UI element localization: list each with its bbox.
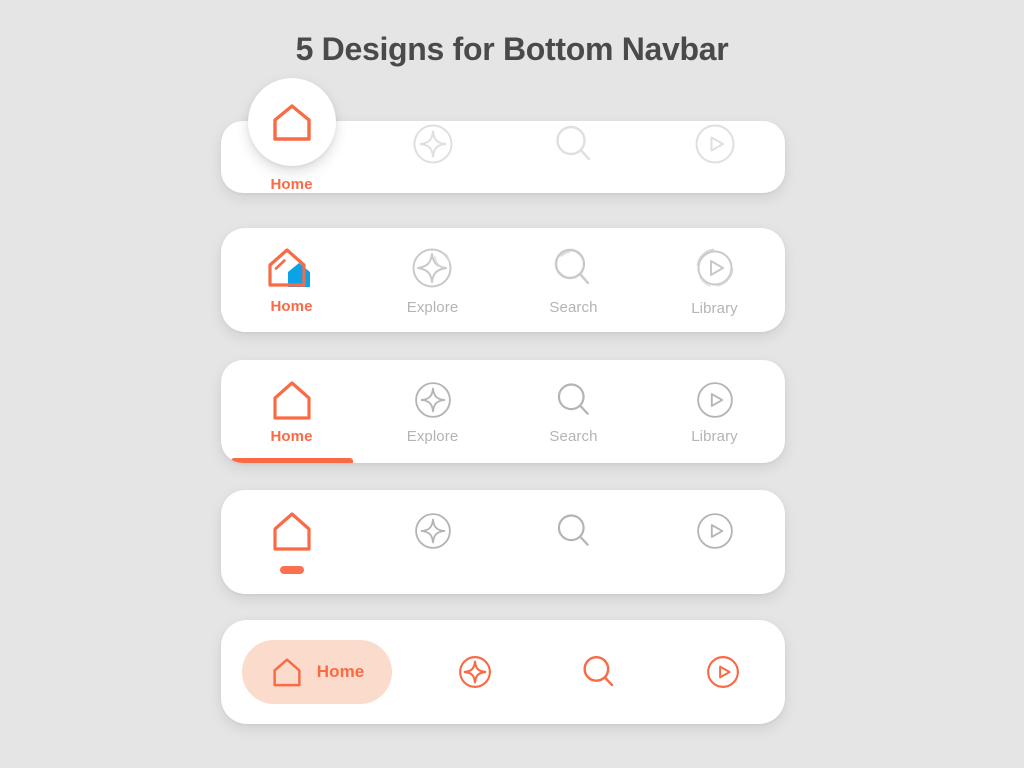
tab-library[interactable] — [661, 620, 785, 724]
search-icon — [551, 121, 597, 167]
tab-explore[interactable]: Explore — [362, 360, 503, 463]
tab-library[interactable] — [644, 121, 785, 193]
explore-icon — [410, 510, 456, 552]
active-underline-indicator — [230, 458, 353, 463]
active-pill[interactable]: Home — [241, 640, 393, 704]
raised-active-circle[interactable] — [247, 78, 336, 166]
navbar-animated-icons: Home Explore Search Library — [221, 228, 785, 332]
tab-label-home: Home — [270, 176, 313, 193]
home-icon — [271, 103, 313, 141]
tab-search[interactable] — [503, 490, 644, 594]
tab-search[interactable]: Search — [503, 360, 644, 463]
search-icon — [551, 510, 597, 552]
navbar-raised-circle: Home — [221, 78, 785, 193]
navbar-underline: Home Explore Search Library — [221, 360, 785, 463]
tab-library[interactable]: Library — [644, 360, 785, 463]
tab-home[interactable]: Home — [221, 78, 362, 193]
tab-list: Home Explore Search Library — [221, 228, 785, 332]
explore-icon — [456, 653, 494, 691]
tab-label-home: Home — [316, 662, 365, 681]
tab-home[interactable]: Home — [221, 228, 362, 332]
tab-label-home: Home — [270, 427, 313, 445]
dot-spacer — [421, 566, 445, 574]
library-icon — [692, 379, 738, 421]
tab-explore[interactable] — [362, 490, 503, 594]
tab-search[interactable] — [537, 620, 661, 724]
dot-spacer — [703, 566, 727, 574]
navbar-dot — [221, 490, 785, 594]
dot-spacer — [562, 566, 586, 574]
tab-label-library: Library — [691, 427, 738, 445]
tab-list: Home — [221, 620, 785, 724]
tab-label-explore: Explore — [406, 427, 459, 445]
tab-home[interactable]: Home — [221, 360, 362, 463]
explore-icon — [410, 121, 456, 167]
active-dot-indicator — [279, 566, 304, 574]
search-icon — [579, 652, 619, 692]
tab-label-library: Library — [691, 300, 738, 317]
tab-home[interactable] — [221, 490, 362, 594]
tab-search[interactable]: Search — [503, 228, 644, 332]
home-icon — [264, 245, 320, 291]
tab-explore[interactable] — [413, 620, 537, 724]
library-icon — [692, 510, 738, 552]
explore-icon — [408, 244, 458, 292]
library-icon — [692, 121, 738, 167]
library-icon — [689, 243, 741, 293]
tab-home[interactable]: Home — [221, 620, 413, 724]
search-icon — [551, 379, 597, 421]
tab-label-explore: Explore — [406, 299, 459, 316]
tab-explore[interactable] — [362, 121, 503, 193]
tab-label-search: Search — [549, 427, 598, 445]
tab-list: Home — [221, 78, 785, 193]
tab-library[interactable] — [644, 490, 785, 594]
home-icon — [269, 510, 315, 552]
home-icon — [270, 656, 304, 688]
navbar-pill: Home — [221, 620, 785, 724]
tab-library[interactable]: Library — [644, 228, 785, 332]
library-icon — [704, 653, 742, 691]
explore-icon — [410, 379, 456, 421]
tab-explore[interactable]: Explore — [362, 228, 503, 332]
home-icon — [269, 379, 315, 421]
search-icon — [549, 244, 599, 292]
tab-list — [221, 490, 785, 594]
tab-label-home: Home — [270, 298, 313, 315]
tab-list: Home Explore Search Library — [221, 360, 785, 463]
page-title: 5 Designs for Bottom Navbar — [295, 31, 729, 67]
tab-search[interactable] — [503, 121, 644, 193]
tab-label-search: Search — [549, 299, 598, 316]
